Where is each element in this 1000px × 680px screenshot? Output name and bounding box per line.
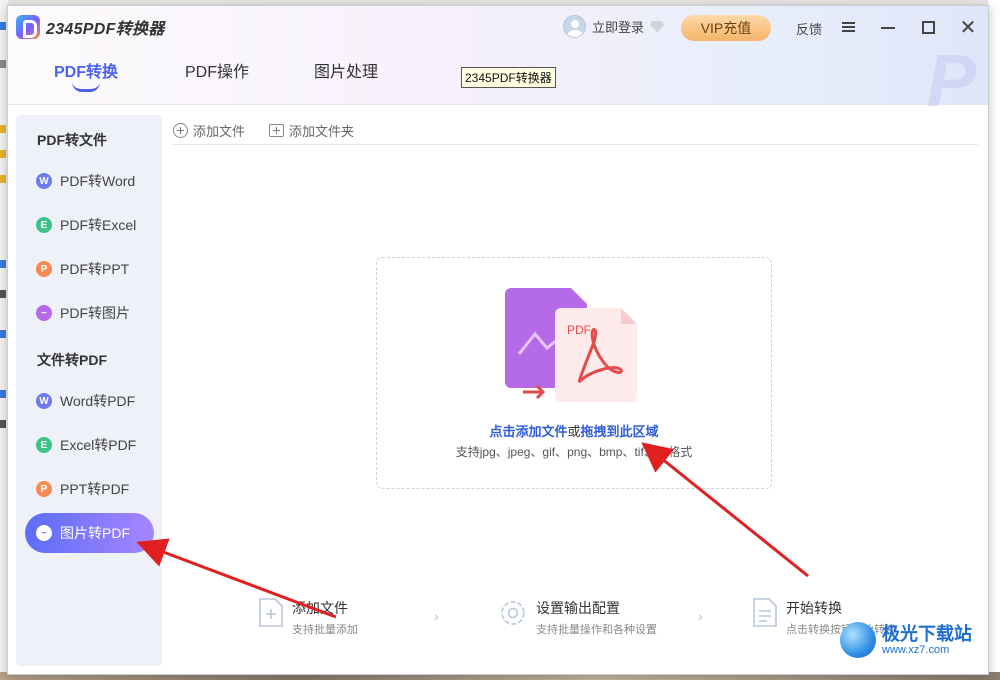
add-file-label: 添加文件 [193,123,246,139]
sidebar-item-label: Word转PDF [60,393,136,409]
sidebar-item-label: PDF转图片 [60,305,130,321]
ppt-icon: P [36,261,52,277]
add-file-icon [259,598,283,627]
step-title: 添加文件 [292,600,348,616]
app-title: 2345PDF转换器 [46,21,165,38]
dropzone-click-text[interactable]: 点击添加文件 [489,424,567,439]
sidebar-item-label: Excel转PDF [60,437,137,453]
close-icon[interactable]: ✕ [955,14,981,40]
app-window: 2345PDF转换器 立即登录 VIP充值 反馈 ✕ P PDF转换 PDF操作… [7,5,989,675]
image-icon: ~ [36,525,52,541]
brand-watermark-icon: P [926,39,976,122]
add-folder-button[interactable]: 添加文件夹 [269,119,354,141]
step-add-file: 添加文件 支持批量添加 [258,598,358,637]
file-toolbar: 添加文件 添加文件夹 [173,119,354,141]
login-label: 立即登录 [592,20,645,35]
dropzone-drag-text[interactable]: 拖拽到此区域 [581,424,659,439]
sidebar-item-image-to-pdf[interactable]: ~ 图片转PDF [25,513,154,553]
sidebar-item-label: 图片转PDF [60,525,130,541]
sidebar-section-file-to-pdf: 文件转PDF [37,352,107,368]
tab-image-processing[interactable]: 图片处理 [314,58,378,82]
login-button[interactable]: 立即登录 [563,15,665,38]
document-icon [753,598,777,627]
dropzone-or-text: 或 [567,424,581,439]
divider [171,144,978,145]
sidebar-item-pdf-to-ppt[interactable]: P PDF转PPT [25,249,154,289]
tab-pdf-convert[interactable]: PDF转换 [54,58,118,82]
sidebar-item-label: PDF转Excel [60,217,137,233]
menu-icon[interactable] [835,14,861,40]
maximize-icon[interactable] [915,14,941,40]
step-title: 开始转换 [786,600,842,616]
chevron-right-icon: › [698,608,703,624]
sidebar-section-pdf-to-file: PDF转文件 [37,132,107,148]
vip-recharge-button[interactable]: VIP充值 [681,15,771,41]
image-icon: ~ [36,305,52,321]
add-file-button[interactable]: 添加文件 [173,119,245,141]
convert-illustration-icon: PDF [505,288,637,402]
sidebar-item-pdf-to-word[interactable]: W PDF转Word [25,161,154,201]
add-circle-icon [173,122,188,138]
step-desc: 支持批量添加 [292,624,358,636]
sidebar-item-excel-to-pdf[interactable]: E Excel转PDF [25,425,154,465]
sidebar-item-ppt-to-pdf[interactable]: P PPT转PDF [25,469,154,509]
pdf-badge: PDF [567,323,591,337]
word-icon: W [36,173,52,189]
site-name: 极光下载站 [882,624,972,644]
sidebar-item-word-to-pdf[interactable]: W Word转PDF [25,381,154,421]
desktop-right-edge [988,0,1000,680]
sidebar-item-label: PPT转PDF [60,481,130,497]
header: 2345PDF转换器 立即登录 VIP充值 反馈 ✕ P PDF转换 PDF操作… [8,6,988,122]
active-tab-indicator [72,82,100,92]
file-dropzone[interactable]: PDF 点击添加文件或拖拽到此区域 支持jpg、jpeg、gif、png、bmp… [376,257,772,489]
app-logo-icon [16,15,40,39]
brand: 2345PDF转换器 [16,15,165,39]
site-logo-icon [840,622,876,658]
tab-pdf-operations[interactable]: PDF操作 [185,58,249,82]
feedback-link[interactable]: 反馈 [796,19,822,38]
sidebar: PDF转文件 W PDF转Word E PDF转Excel P PDF转PPT … [16,115,162,666]
step-desc: 支持批量操作和各种设置 [536,624,657,636]
add-folder-label: 添加文件夹 [289,123,355,139]
dropzone-supported-formats: 支持jpg、jpeg、gif、png、bmp、tif、tiff格式 [455,445,693,459]
minimize-icon[interactable] [875,14,901,40]
sidebar-item-pdf-to-excel[interactable]: E PDF转Excel [25,205,154,245]
sidebar-item-label: PDF转PPT [60,261,130,277]
chevron-right-icon: › [434,608,439,624]
tooltip: 2345PDF转换器 [461,67,556,88]
step-title: 设置输出配置 [536,600,620,616]
word-icon: W [36,393,52,409]
ppt-icon: P [36,481,52,497]
dropzone-title[interactable]: 点击添加文件或拖拽到此区域 [377,421,771,440]
avatar-icon [563,15,586,38]
diamond-icon [650,20,665,33]
sidebar-item-label: PDF转Word [60,173,136,189]
excel-icon: E [36,217,52,233]
settings-icon [501,601,525,625]
sidebar-item-pdf-to-image[interactable]: ~ PDF转图片 [25,293,154,333]
site-watermark: 极光下载站 www.xz7.com [840,622,972,658]
excel-icon: E [36,437,52,453]
add-folder-icon [269,123,285,137]
step-output-settings: 设置输出配置 支持批量操作和各种设置 [498,598,657,637]
site-url: www.xz7.com [882,644,950,656]
